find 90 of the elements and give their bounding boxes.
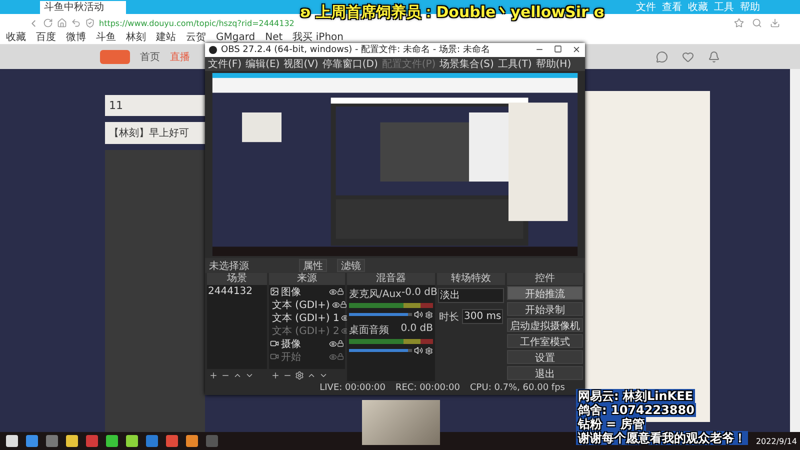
lock-icon[interactable] — [337, 340, 344, 347]
camera-icon — [270, 352, 279, 362]
dock-header: 混音器 — [347, 273, 435, 286]
duration-field[interactable]: 300 ms — [462, 309, 504, 324]
channel-reading: -0.0 dB — [401, 287, 438, 300]
settings-icon[interactable] — [425, 310, 433, 319]
control-button[interactable]: 工作室模式 — [507, 334, 583, 348]
channel-name: 桌面音频 — [349, 324, 389, 338]
app-icon[interactable] — [186, 435, 198, 447]
add-icon[interactable] — [209, 370, 218, 380]
maximize-icon[interactable] — [554, 45, 562, 54]
toolbar-button[interactable]: 滤镜 — [337, 259, 365, 272]
app-icon[interactable] — [166, 435, 178, 447]
dock-header: 场景 — [207, 273, 267, 286]
menu-item[interactable]: 停靠窗口(D) — [322, 56, 378, 71]
menu-item[interactable]: 编辑(E) — [246, 56, 280, 71]
add-icon[interactable] — [271, 370, 280, 380]
lock-icon[interactable] — [337, 288, 344, 295]
menu-item[interactable]: 视图(V) — [284, 56, 318, 71]
browser-tab[interactable]: 斗鱼中秋活动 — [40, 1, 126, 14]
start-icon[interactable] — [6, 435, 18, 447]
overlay-text: 网易云: 林刻LinKEE — [576, 389, 695, 403]
dock-header: 转场特效 — [437, 273, 505, 286]
bookmark-link[interactable]: 斗鱼 — [96, 32, 116, 44]
control-button[interactable]: 启动虚拟摄像机 — [507, 318, 583, 332]
control-button[interactable]: 退出 — [507, 366, 583, 380]
settings-icon[interactable] — [295, 370, 304, 380]
bookmark-link[interactable]: GMgard — [216, 32, 256, 44]
chat-icon[interactable] — [656, 51, 668, 63]
menu-item[interactable]: 帮助(H) — [536, 56, 572, 71]
source-item[interactable]: 图像 — [269, 285, 345, 298]
control-button[interactable]: 开始录制 — [507, 302, 583, 316]
camera-icon — [270, 339, 279, 348]
bookmark-link[interactable]: 微博 — [66, 32, 86, 44]
toolbar-button[interactable]: 属性 — [299, 259, 327, 272]
source-item[interactable]: 摄像 — [269, 337, 345, 350]
bookmark-link[interactable]: 建站 — [156, 32, 176, 44]
control-button[interactable]: 开始推流 — [507, 286, 583, 300]
app-icon[interactable] — [126, 435, 138, 447]
undo-icon[interactable] — [71, 18, 81, 28]
shield-icon — [85, 18, 95, 28]
source-item[interactable]: 文本 (GDI+) — [269, 298, 345, 312]
search-icon[interactable] — [752, 18, 762, 28]
rec-status: REC: 00:00:00 — [395, 383, 460, 394]
scene-item[interactable]: 2444132 — [207, 285, 267, 298]
download-icon[interactable] — [770, 18, 780, 28]
bookmark-link[interactable]: 云贺 — [186, 32, 206, 44]
bell-icon[interactable] — [708, 51, 720, 63]
duration-label: 时长 — [439, 310, 459, 324]
overlay-text: 鸽舍: 1074223880 — [576, 403, 696, 417]
app-icon[interactable] — [26, 435, 38, 447]
app-logo-icon — [209, 46, 217, 54]
bookmark-link[interactable]: Net — [265, 32, 283, 44]
dock-header: 控件 — [507, 273, 583, 286]
reload-icon[interactable] — [43, 18, 53, 28]
star-icon[interactable] — [734, 18, 744, 28]
menu-item[interactable]: 文件(F) — [208, 56, 242, 71]
scrollbar[interactable] — [790, 69, 800, 432]
overlay-text: 钻粉 = 房管 — [576, 417, 646, 431]
dock-header: 来源 — [269, 273, 345, 286]
selection-status: 未选择源 — [209, 260, 250, 272]
menu-item[interactable]: 场景集合(S) — [440, 56, 494, 71]
control-button[interactable]: 设置 — [507, 350, 583, 364]
app-icon[interactable] — [66, 435, 78, 447]
image-icon — [270, 287, 279, 296]
cpu-status: CPU: 0.7%, 60.00 fps — [470, 383, 565, 394]
window-title: OBS 27.2.4 (64-bit, windows) - 配置文件: 未命名 - 场景: 未命名 — [221, 44, 490, 56]
lock-icon[interactable] — [340, 300, 347, 308]
bookmark-link[interactable]: 我买 iPhon — [292, 32, 344, 44]
bookmark-link[interactable]: 百度 — [36, 32, 56, 44]
heart-icon[interactable] — [682, 51, 694, 63]
bookmark-link[interactable]: 林刻 — [126, 32, 146, 44]
home-icon[interactable] — [57, 18, 67, 28]
bookmark-link[interactable]: 收藏 — [6, 32, 26, 44]
overlay-text: 谢谢每个愿意看我的观众老爷！ — [576, 431, 748, 445]
speaker-icon[interactable] — [414, 310, 423, 320]
channel-reading: 0.0 dB — [400, 323, 433, 336]
rank-number: 11 — [109, 99, 123, 112]
url-field[interactable]: https://www.douyu.com/topic/hszq?rid=2444132 — [99, 18, 294, 28]
transition-select[interactable]: 淡出 — [438, 288, 504, 304]
room-title: 【林刻】早上好可 — [109, 126, 189, 140]
channel-name: 麦克风/Aux — [349, 288, 402, 302]
menu-item[interactable]: 工具(T) — [498, 56, 532, 71]
close-icon[interactable] — [572, 45, 581, 54]
taskbar-date: 2022/9/14 — [756, 436, 797, 446]
speaker-icon[interactable] — [414, 346, 423, 356]
app-icon[interactable] — [106, 435, 118, 447]
settings-icon[interactable] — [425, 346, 433, 355]
live-status: LIVE: 00:00:00 — [320, 383, 386, 394]
nav-link[interactable]: 首页 — [140, 50, 160, 64]
